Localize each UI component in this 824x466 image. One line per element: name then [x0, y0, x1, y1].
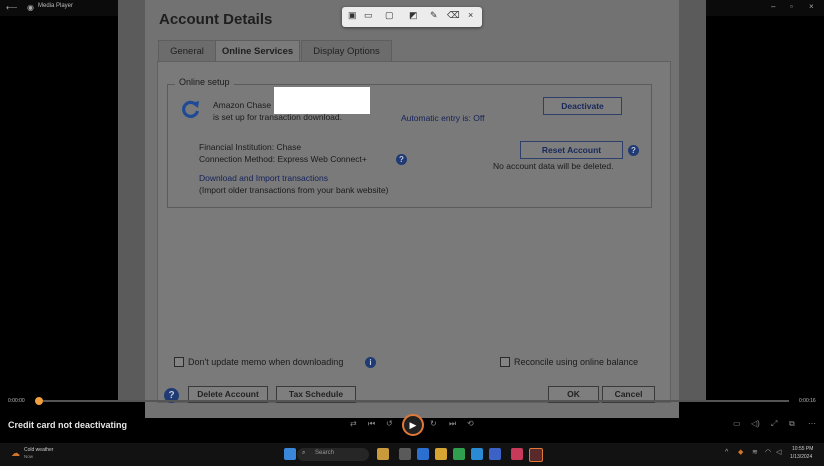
- online-setup-group: Online setup Amazon Chase is set up for …: [167, 77, 652, 208]
- captions-icon[interactable]: ▭: [733, 419, 741, 428]
- close-window-icon[interactable]: ×: [809, 2, 814, 11]
- minimize-icon[interactable]: –: [771, 2, 775, 11]
- account-line2: is set up for transaction download.: [213, 112, 342, 122]
- miniplayer-icon[interactable]: ⧉: [789, 419, 795, 429]
- rewind-icon[interactable]: ↺: [386, 419, 393, 428]
- weather-icon: ☁: [11, 448, 20, 458]
- account-details-dialog: Account Details General Online Services …: [145, 0, 679, 418]
- info-icon[interactable]: i: [365, 357, 376, 368]
- pinned-app-icon[interactable]: [399, 448, 411, 460]
- video-caption: Credit card not deactivating: [8, 420, 128, 430]
- reset-note: No account data will be deleted.: [493, 161, 614, 171]
- help-icon[interactable]: ?: [628, 145, 639, 156]
- eraser-icon[interactable]: ⌫: [447, 10, 460, 21]
- download-import-link[interactable]: Download and Import transactions: [199, 173, 328, 183]
- pen-icon[interactable]: ✎: [430, 10, 438, 21]
- redaction-box: [274, 87, 370, 114]
- clock-date[interactable]: 1/13/2024: [790, 454, 812, 460]
- window-title: Media Player: [38, 3, 74, 9]
- volume-icon[interactable]: ◁): [751, 419, 760, 428]
- financial-institution: Financial Institution: Chase: [199, 142, 302, 152]
- weather-title[interactable]: Cold weather: [24, 447, 53, 453]
- account-line1: Amazon Chase: [213, 100, 272, 110]
- chevron-up-icon[interactable]: ^: [725, 449, 728, 456]
- more-options-icon[interactable]: ⋯: [808, 419, 816, 428]
- language-icon[interactable]: ≋: [752, 448, 758, 456]
- speaker-icon[interactable]: ◁: [776, 448, 781, 456]
- close-icon[interactable]: ×: [468, 10, 473, 20]
- pinned-app-icon[interactable]: [471, 448, 483, 460]
- tray-app-icon[interactable]: ◆: [738, 448, 743, 456]
- shuffle-icon[interactable]: ⇄: [350, 419, 357, 428]
- reconcile-online-checkbox[interactable]: [500, 357, 510, 367]
- tab-online-services[interactable]: Online Services: [215, 40, 300, 63]
- search-input[interactable]: ⌕ Search: [297, 448, 369, 461]
- deactivate-button[interactable]: Deactivate: [543, 97, 622, 115]
- start-icon[interactable]: [284, 448, 296, 460]
- forward-icon[interactable]: ↻: [430, 419, 437, 428]
- dont-update-memo-label: Don't update memo when downloading: [188, 357, 344, 367]
- seek-knob[interactable]: [35, 397, 43, 405]
- pinned-app-icon[interactable]: [377, 448, 389, 460]
- refresh-icon: [182, 100, 200, 118]
- reconcile-online-label: Reconcile using online balance: [514, 357, 639, 367]
- clock-time[interactable]: 10:55 PM: [792, 446, 813, 452]
- pinned-app-icon[interactable]: [453, 448, 465, 460]
- download-note: (Import older transactions from your ban…: [199, 185, 389, 195]
- reset-account-button[interactable]: Reset Account: [520, 141, 623, 159]
- media-player-taskbar-icon[interactable]: [529, 448, 543, 462]
- media-player-app-icon: ◉: [27, 3, 34, 12]
- seek-bar[interactable]: [36, 400, 789, 402]
- dont-update-memo-checkbox[interactable]: [174, 357, 184, 367]
- elapsed-time: 0:00:00: [8, 398, 25, 404]
- tab-general[interactable]: General: [158, 40, 216, 62]
- back-icon[interactable]: ⟵: [6, 3, 17, 12]
- help-icon[interactable]: ?: [396, 154, 407, 165]
- screen-snip-icon[interactable]: ◩: [409, 10, 418, 21]
- dialog-title: Account Details: [159, 11, 273, 28]
- play-button[interactable]: ▶: [402, 414, 424, 436]
- tab-display-options[interactable]: Display Options: [301, 40, 392, 62]
- rectangle-snip-icon[interactable]: ▣: [348, 10, 357, 21]
- next-icon[interactable]: ⏭: [449, 419, 456, 429]
- window-snip-icon[interactable]: ▢: [385, 10, 394, 21]
- file-explorer-icon[interactable]: [435, 448, 447, 460]
- total-time: 0:00:16: [799, 398, 816, 404]
- taskbar: ☁ Cold weather Now ⌕ Search ^ ◆ ≋ ◠ ◁ 10…: [0, 443, 824, 466]
- video-record-icon[interactable]: ▭: [364, 10, 373, 21]
- pinned-app-icon[interactable]: [417, 448, 429, 460]
- fullscreen-icon[interactable]: ⤢: [771, 419, 777, 429]
- pinned-app-icon[interactable]: [511, 448, 523, 460]
- maximize-icon[interactable]: ▫: [790, 2, 793, 11]
- wifi-icon[interactable]: ◠: [765, 448, 771, 456]
- pinned-app-icon[interactable]: [489, 448, 501, 460]
- snipping-toolbar: ▣ ▭ ▢ ◩ ✎ ⌫ ×: [342, 7, 482, 27]
- weather-subtitle: Now: [24, 454, 34, 459]
- previous-icon[interactable]: ⏮: [368, 419, 375, 429]
- search-placeholder: Search: [315, 450, 335, 456]
- search-icon: ⌕: [302, 450, 306, 456]
- connection-method: Connection Method: Express Web Connect+: [199, 154, 367, 164]
- online-setup-legend: Online setup: [175, 77, 234, 87]
- automatic-entry-status[interactable]: Automatic entry is: Off: [401, 113, 484, 123]
- repeat-icon[interactable]: ⟲: [467, 419, 474, 428]
- tab-panel: Online setup Amazon Chase is set up for …: [157, 61, 671, 403]
